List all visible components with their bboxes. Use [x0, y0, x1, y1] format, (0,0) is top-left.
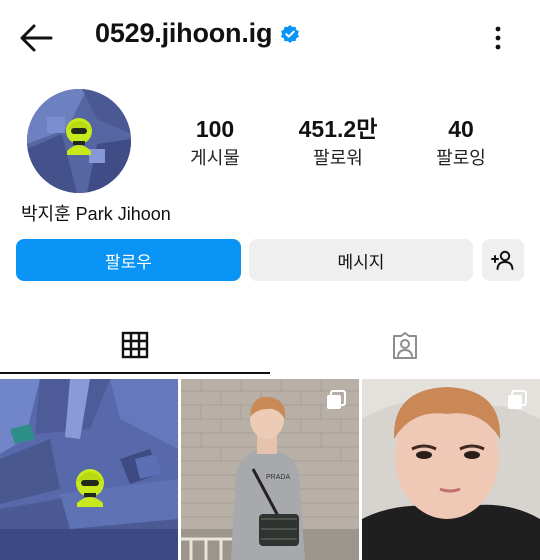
stat-posts-label: 게시물 — [190, 148, 240, 168]
profile-avatar[interactable] — [27, 89, 131, 193]
stat-posts[interactable]: 100 게시물 — [160, 115, 270, 173]
follow-button[interactable]: 팔로우 — [16, 239, 241, 281]
add-person-icon — [491, 250, 514, 270]
tab-posts[interactable] — [0, 318, 270, 374]
tagged-person-icon — [393, 332, 417, 359]
display-name: 박지훈 Park Jihoon — [21, 204, 171, 224]
arrow-left-icon — [20, 24, 53, 52]
posts-grid: PRADA — [0, 379, 540, 560]
username-header: 0529.jihoon.ig — [95, 18, 300, 49]
suggested-accounts-button[interactable] — [482, 239, 524, 281]
stat-posts-count: 100 — [195, 116, 235, 142]
grid-icon — [121, 331, 149, 359]
stat-following-label: 팔로잉 — [436, 148, 486, 168]
username: 0529.jihoon.ig — [95, 18, 273, 48]
verified-badge-icon — [281, 24, 300, 43]
tab-tagged[interactable] — [270, 318, 540, 374]
stat-followers-label: 팔로워 — [313, 148, 363, 168]
stat-following-count: 40 — [448, 116, 474, 142]
stat-followers-count: 451.2만 — [298, 116, 378, 142]
message-button[interactable]: 메시지 — [249, 239, 473, 281]
more-vertical-icon — [495, 26, 501, 50]
svg-text:PRADA: PRADA — [266, 474, 290, 481]
post-tile[interactable] — [362, 379, 540, 560]
post-tile[interactable]: PRADA — [181, 379, 359, 560]
stat-following[interactable]: 40 팔로잉 — [406, 115, 516, 173]
more-options-button[interactable] — [486, 24, 510, 52]
stat-followers[interactable]: 451.2만 팔로워 — [283, 115, 393, 173]
profile-tabs — [0, 318, 540, 374]
back-button[interactable] — [16, 20, 56, 56]
top-bar: 0529.jihoon.ig — [0, 0, 540, 76]
post-tile[interactable] — [0, 379, 178, 560]
